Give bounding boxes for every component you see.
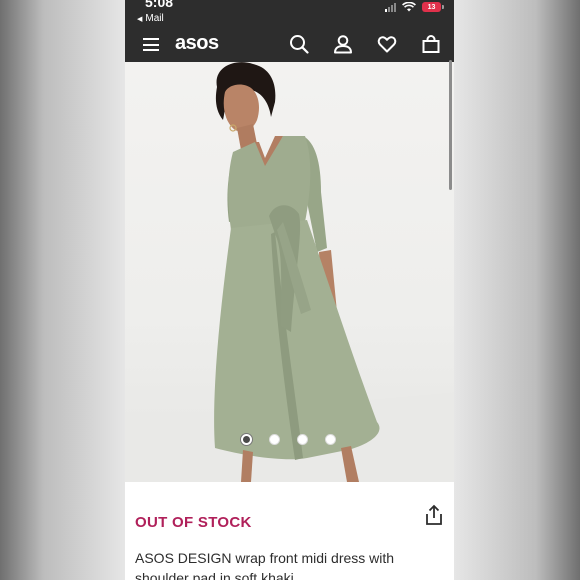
gallery-dot-3[interactable] (297, 434, 308, 445)
menu-icon[interactable] (143, 38, 159, 51)
stock-status: OUT OF STOCK (135, 514, 252, 531)
cellular-signal-icon (385, 2, 396, 12)
background-left (0, 0, 125, 580)
battery-level: 13 (422, 2, 441, 12)
account-icon[interactable] (332, 33, 354, 55)
battery-indicator: 13 (422, 2, 444, 12)
gallery-pagination (241, 434, 336, 445)
status-time: 5:08 (145, 0, 174, 10)
back-app-label: Mail (145, 13, 164, 24)
back-triangle-icon: ◀ (137, 15, 143, 23)
phone-screen: 5:08 ◀ Mail 13 asos OUT OF STOCK ASOS DE… (125, 0, 454, 580)
bag-icon[interactable] (420, 33, 442, 55)
gallery-dot-4[interactable] (325, 434, 336, 445)
background-right (454, 0, 580, 580)
product-info: OUT OF STOCK ASOS DESIGN wrap front midi… (125, 482, 454, 580)
nav-actions (288, 33, 442, 55)
gallery-dot-2[interactable] (269, 434, 280, 445)
heart-icon[interactable] (376, 33, 398, 55)
wifi-icon (402, 2, 416, 12)
search-icon[interactable] (288, 33, 310, 55)
asos-logo[interactable]: asos (175, 32, 219, 55)
page-scrollbar[interactable] (449, 60, 452, 190)
share-icon[interactable] (424, 504, 444, 526)
back-to-mail-link[interactable]: ◀ Mail (137, 13, 164, 24)
status-indicators: 13 (385, 2, 444, 12)
top-navigation: asos (125, 28, 454, 62)
product-title: ASOS DESIGN wrap front midi dress with s… (135, 550, 395, 580)
status-bar: 5:08 ◀ Mail 13 (125, 0, 454, 28)
gallery-dot-1[interactable] (241, 434, 252, 445)
product-image-gallery[interactable] (125, 62, 454, 482)
product-photo (125, 62, 454, 482)
